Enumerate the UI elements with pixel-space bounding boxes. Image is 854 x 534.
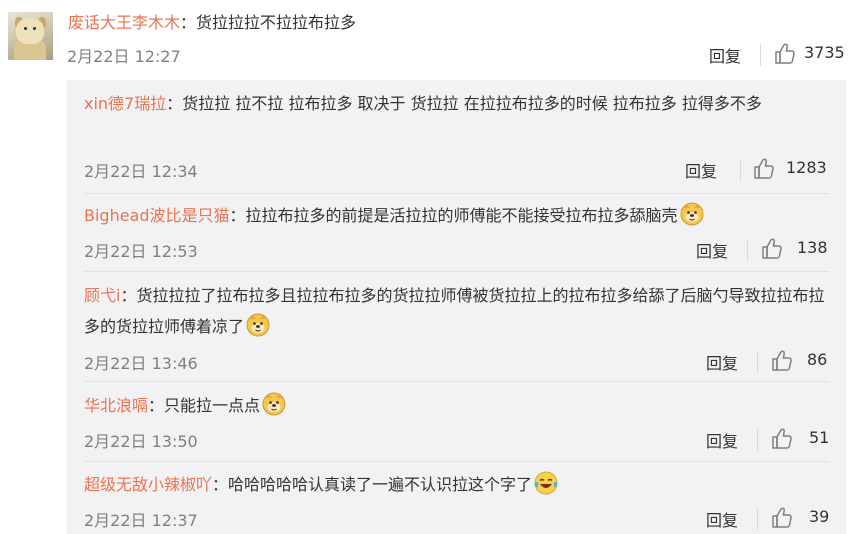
reply-separator: ： bbox=[229, 206, 246, 225]
like-count: 3735 bbox=[804, 43, 845, 62]
reply-button[interactable]: 回复 bbox=[706, 428, 738, 452]
like-thumb-icon[interactable] bbox=[753, 157, 777, 181]
avatar-dog-head bbox=[16, 18, 44, 44]
reply-content: 超级无敌小辣椒吖：哈哈哈哈哈认真读了一遍不认识拉这个字了 bbox=[84, 469, 829, 500]
reply-divider bbox=[84, 271, 829, 272]
reply-button[interactable]: 回复 bbox=[706, 350, 738, 374]
reply-divider bbox=[84, 461, 829, 462]
reply-username[interactable]: 顾弋i bbox=[84, 286, 120, 305]
user-avatar[interactable] bbox=[8, 12, 53, 60]
reply-time: 2月22日 12:53 bbox=[84, 242, 198, 261]
comment-text: 货拉拉拉不拉拉布拉多 bbox=[196, 13, 357, 32]
reply-content: Bighead波比是只猫：拉拉布拉多的前提是活拉拉的师傅能不能接受拉布拉多舔脑壳 bbox=[84, 200, 829, 231]
reply-time: 2月22日 12:34 bbox=[84, 162, 198, 181]
avatar-dog-eye bbox=[33, 27, 36, 30]
reply-divider bbox=[84, 381, 829, 382]
like-thumb-icon[interactable] bbox=[774, 42, 798, 66]
like-count: 51 bbox=[809, 428, 830, 447]
like-count: 86 bbox=[807, 350, 828, 369]
reply-list: xin德7瑞拉：货拉拉 拉不拉 拉布拉多 取决于 货拉拉 在拉拉布拉多的时候 拉… bbox=[67, 80, 846, 534]
reply-text: 拉拉布拉多的前提是活拉拉的师傅能不能接受拉布拉多舔脑壳 bbox=[245, 206, 678, 225]
reply-separator: ： bbox=[120, 286, 137, 305]
reply-button[interactable]: 回复 bbox=[706, 507, 738, 531]
reply-separator: ： bbox=[166, 94, 183, 113]
doge-emoji-icon bbox=[262, 392, 286, 416]
action-divider bbox=[740, 159, 741, 181]
comment-line: 废话大王李木木：货拉拉拉不拉拉布拉多 bbox=[68, 10, 356, 36]
action-divider bbox=[757, 508, 758, 530]
like-thumb-icon[interactable] bbox=[771, 349, 795, 373]
reply-time: 2月22日 13:46 bbox=[84, 354, 198, 373]
action-divider bbox=[757, 351, 758, 373]
reply-button[interactable]: 回复 bbox=[685, 158, 717, 182]
reply-username[interactable]: Bighead波比是只猫 bbox=[84, 206, 230, 225]
reply-separator: ： bbox=[212, 475, 229, 494]
like-count: 1283 bbox=[786, 158, 827, 177]
like-thumb-icon[interactable] bbox=[761, 237, 785, 261]
reply-content: xin德7瑞拉：货拉拉 拉不拉 拉布拉多 取决于 货拉拉 在拉拉布拉多的时候 拉… bbox=[84, 88, 829, 119]
like-thumb-icon[interactable] bbox=[771, 427, 795, 451]
comment-time: 2月22日 12:27 bbox=[67, 47, 181, 66]
doge-emoji-icon bbox=[680, 202, 704, 226]
reply-content: 华北浪嗝：只能拉一点点 bbox=[84, 390, 829, 421]
reply-button[interactable]: 回复 bbox=[709, 43, 741, 67]
comment-separator: ： bbox=[180, 13, 197, 32]
comment-username[interactable]: 废话大王李木木 bbox=[68, 13, 180, 32]
reply-content: 顾弋i：货拉拉拉了拉布拉多且拉拉布拉多的货拉拉师傅被货拉拉上的拉布拉多给舔了后脑… bbox=[84, 280, 829, 342]
reply-text: 哈哈哈哈哈认真读了一遍不认识拉这个字了 bbox=[228, 475, 533, 494]
reply-separator: ： bbox=[148, 396, 165, 415]
like-count: 138 bbox=[797, 238, 828, 257]
reply-text: 货拉拉 拉不拉 拉布拉多 取决于 货拉拉 在拉拉布拉多的时候 拉布拉多 拉得多不… bbox=[182, 94, 762, 113]
reply-text: 货拉拉拉了拉布拉多且拉拉布拉多的货拉拉师傅被货拉拉上的拉布拉多给舔了后脑勺导致拉… bbox=[84, 286, 825, 336]
top-comment: 废话大王李木木：货拉拉拉不拉拉布拉多 2月22日 12:27 回复 3735 bbox=[0, 0, 854, 80]
reply-divider bbox=[84, 193, 829, 194]
reply-text: 只能拉一点点 bbox=[164, 396, 261, 415]
reply-button[interactable]: 回复 bbox=[696, 238, 728, 262]
reply-time: 2月22日 13:50 bbox=[84, 432, 198, 451]
reply-time: 2月22日 12:37 bbox=[84, 511, 198, 530]
doge-emoji-icon bbox=[246, 313, 270, 337]
avatar-dog-eye bbox=[24, 27, 27, 30]
reply-username[interactable]: 超级无敌小辣椒吖 bbox=[84, 475, 212, 494]
action-divider bbox=[757, 429, 758, 451]
action-divider bbox=[760, 44, 761, 66]
reply-username[interactable]: xin德7瑞拉 bbox=[84, 94, 166, 113]
action-divider bbox=[747, 239, 748, 261]
like-thumb-icon[interactable] bbox=[771, 506, 795, 530]
laugh-cry-emoji-icon bbox=[534, 471, 558, 495]
reply-username[interactable]: 华北浪嗝 bbox=[84, 396, 148, 415]
like-count: 39 bbox=[809, 507, 830, 526]
